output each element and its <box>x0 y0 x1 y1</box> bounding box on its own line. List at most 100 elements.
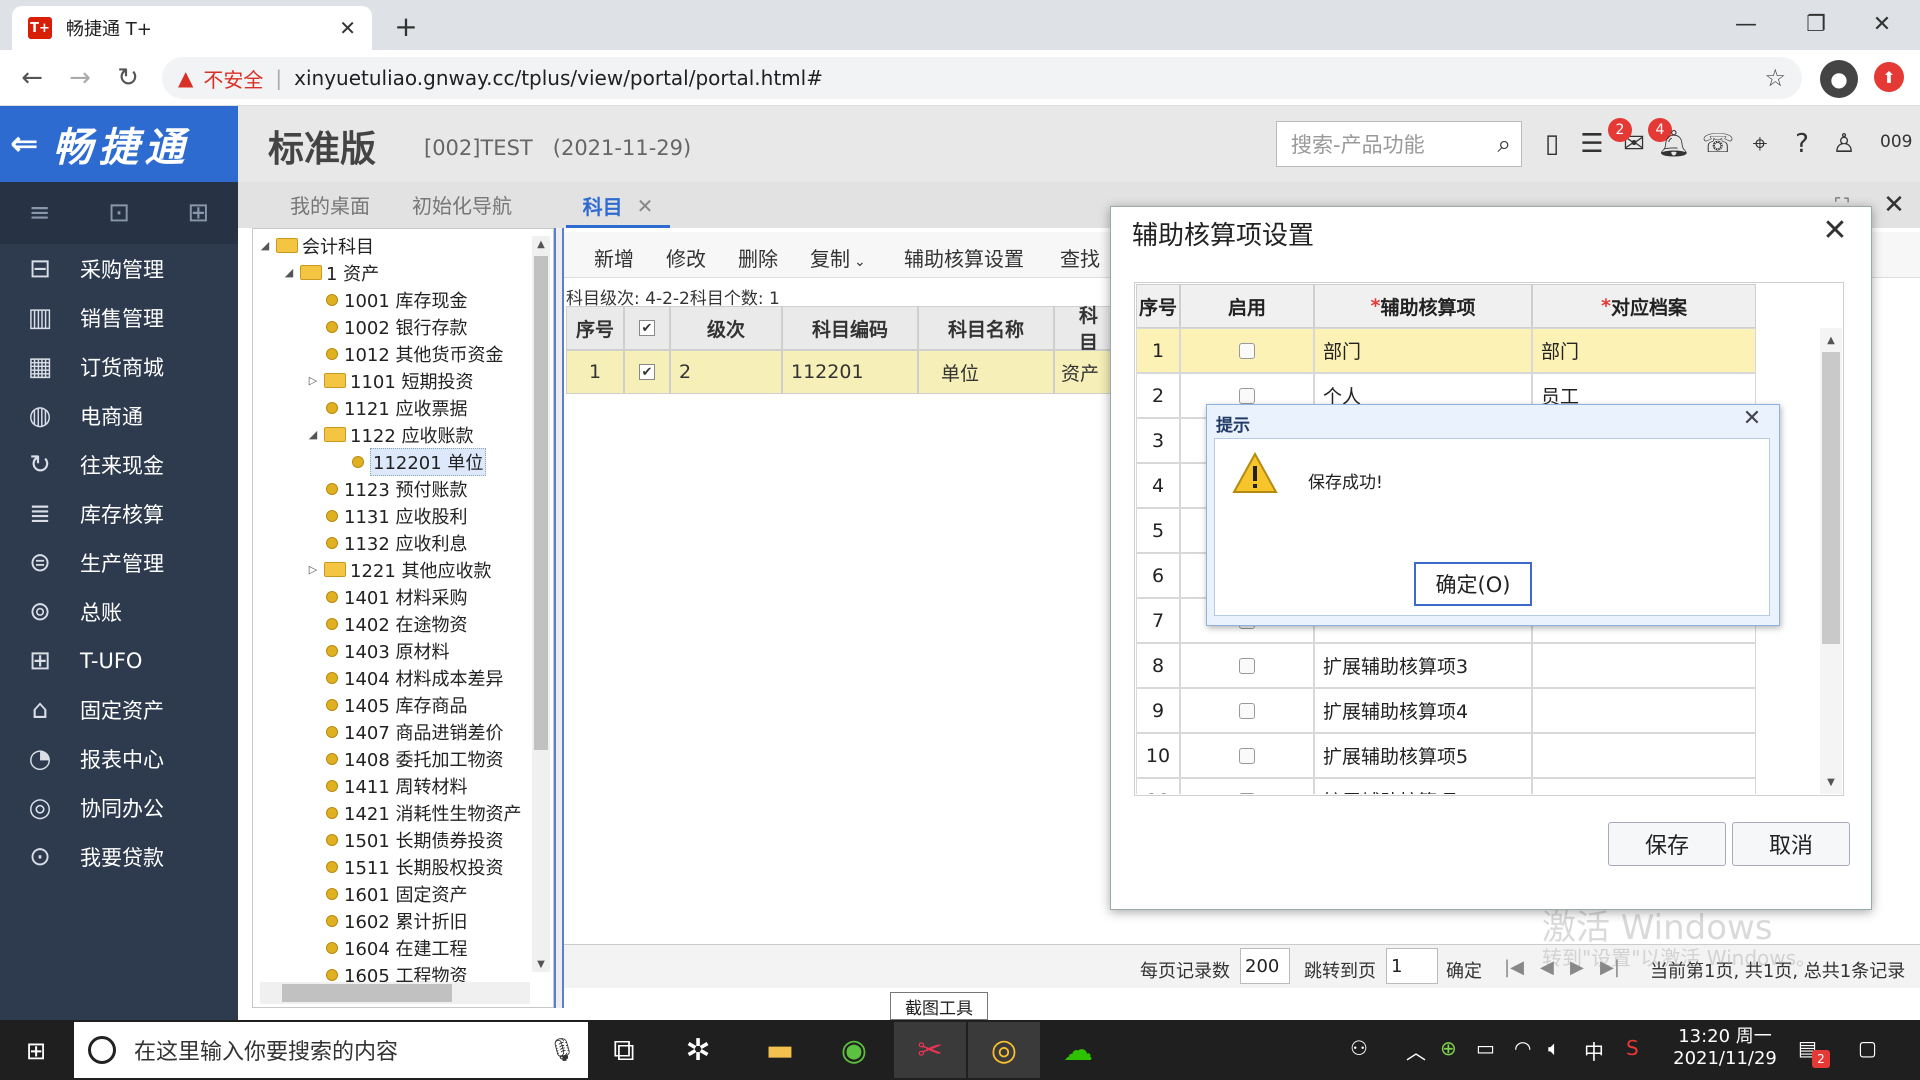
people-icon[interactable]: ⚇ <box>1350 1036 1368 1060</box>
tree-node[interactable]: 1408 委托加工物资 <box>306 745 504 772</box>
grid-cell-check[interactable]: ✔ <box>624 350 670 394</box>
enable-checkbox[interactable] <box>1239 342 1255 359</box>
sidebar-item[interactable]: ⊙ 我要贷款 <box>0 832 238 881</box>
sidebar-item[interactable]: ◎ 协同办公 <box>0 783 238 832</box>
tasks-icon[interactable]: ☰ <box>1574 126 1610 162</box>
tab-my-desktop[interactable]: 我的桌面 <box>290 190 370 219</box>
scroll-down-icon[interactable]: ▼ <box>1822 774 1840 790</box>
pinwheel-app-icon[interactable]: ✲ <box>662 1022 734 1078</box>
table-row[interactable]: 8 扩展辅助核算项3 <box>1136 643 1756 688</box>
microphone-icon[interactable]: 🎙︎ <box>548 1038 576 1063</box>
scroll-up-icon[interactable]: ▲ <box>534 236 548 252</box>
tree-node[interactable]: 1121 应收票据 <box>306 394 468 421</box>
new-tab-icon[interactable]: + <box>388 8 424 44</box>
sidebar-item[interactable]: ⊜ 生产管理 <box>0 538 238 587</box>
window-close-icon[interactable]: ✕ <box>1852 6 1912 42</box>
scroll-up-icon[interactable]: ▲ <box>1822 332 1840 348</box>
enable-checkbox[interactable] <box>1239 792 1255 794</box>
table-row[interactable]: 1 部门 部门 <box>1136 328 1756 373</box>
sidebar-item[interactable]: ↻ 往来现金 <box>0 440 238 489</box>
row-enabled-cell[interactable] <box>1180 643 1314 688</box>
add-button[interactable]: 新增 <box>594 243 634 272</box>
tree-node[interactable]: 1002 银行存款 <box>306 313 468 340</box>
edit-icon[interactable]: ⊞ <box>187 198 209 228</box>
tray-app-icon[interactable]: ⊕ <box>1440 1036 1457 1060</box>
tree-node[interactable]: ◢ 1122 应收账款 <box>306 421 474 448</box>
edit-button[interactable]: 修改 <box>666 243 706 272</box>
tree-node[interactable]: 1132 应收利息 <box>306 529 468 556</box>
action-center-icon[interactable]: ▢ <box>1858 1036 1877 1060</box>
battery-icon[interactable]: ▭ <box>1476 1036 1495 1060</box>
expander-icon[interactable]: ◢ <box>258 239 272 252</box>
tree-node[interactable]: 1411 周转材料 <box>306 772 468 799</box>
tree-node[interactable]: 1131 应收股利 <box>306 502 468 529</box>
table-row[interactable]: 9 扩展辅助核算项4 <box>1136 688 1756 733</box>
back-icon[interactable]: ← <box>12 60 52 96</box>
sidebar-item[interactable]: ⊟ 采购管理 <box>0 244 238 293</box>
scroll-down-icon[interactable]: ▼ <box>534 956 548 972</box>
grid-header-check[interactable]: ✔ <box>624 306 670 350</box>
calculator-icon[interactable]: ▯ <box>1534 126 1570 162</box>
update-icon[interactable]: ⬆ <box>1874 62 1904 92</box>
sidebar-item[interactable]: ⊞ T-UFO <box>0 636 238 685</box>
tree-node[interactable]: ◢ 1 资产 <box>282 259 379 286</box>
sidebar-item[interactable]: ⌂ 固定资产 <box>0 685 238 734</box>
tree-node[interactable]: 1501 长期债券投资 <box>306 826 504 853</box>
tree-node[interactable]: 1123 预付账款 <box>306 475 468 502</box>
per-page-input[interactable]: 200 <box>1240 948 1290 984</box>
expander-icon[interactable]: ▷ <box>306 374 320 387</box>
sidebar-item[interactable]: ⊚ 总账 <box>0 587 238 636</box>
restore-icon[interactable]: ❐ <box>1786 6 1846 42</box>
tree-node[interactable]: 1601 固定资产 <box>306 880 468 907</box>
tree-node[interactable]: 1511 长期股权投资 <box>306 853 504 880</box>
find-button[interactable]: 查找 <box>1060 243 1100 272</box>
profile-icon[interactable]: ● <box>1820 60 1858 98</box>
tree-node[interactable]: 1602 累计折旧 <box>306 907 468 934</box>
enable-checkbox[interactable] <box>1239 702 1255 719</box>
tree-node[interactable]: 1405 库存商品 <box>306 691 468 718</box>
expander-icon[interactable]: ◢ <box>306 428 320 441</box>
aux-accounting-button[interactable]: 辅助核算设置 <box>904 243 1024 272</box>
dialog-table-scroll-thumb[interactable] <box>1822 352 1840 644</box>
collapse-arrow-icon[interactable]: ⇐ <box>10 124 39 164</box>
tray-expand-icon[interactable]: ︿ <box>1406 1036 1426 1065</box>
tab-close-icon[interactable]: ✕ <box>339 16 356 40</box>
system-clock[interactable]: 13:20 周一 2021/11/29 <box>1670 1026 1780 1070</box>
tree-node[interactable]: 112201 单位 <box>332 447 487 476</box>
phone-icon[interactable]: ☏ <box>1700 126 1736 162</box>
table-row[interactable]: 11 扩展辅助核算项6 <box>1136 778 1756 794</box>
wechat-icon[interactable]: ☁ <box>1042 1022 1114 1078</box>
browser-tab[interactable]: T+ 畅捷通 T+ ✕ <box>12 6 372 50</box>
sidebar-item[interactable]: ▥ 销售管理 <box>0 293 238 342</box>
row-checkbox[interactable]: ✔ <box>639 364 655 380</box>
select-all-checkbox[interactable]: ✔ <box>639 320 655 336</box>
row-enabled-cell[interactable] <box>1180 328 1314 373</box>
tree-node[interactable]: 1401 材料采购 <box>306 583 468 610</box>
copy-button[interactable]: 复制 ⌄ <box>810 243 866 272</box>
tree-node[interactable]: 1403 原材料 <box>306 637 450 664</box>
function-search-input[interactable]: 搜索-产品功能 ⌕ <box>1276 121 1522 167</box>
browser-app-icon[interactable]: ◉ <box>818 1022 890 1078</box>
expander-icon[interactable]: ▷ <box>306 563 320 576</box>
enable-checkbox[interactable] <box>1239 747 1255 764</box>
wifi-icon[interactable]: ◠ <box>1514 1036 1531 1060</box>
goto-confirm-button[interactable]: 确定 <box>1446 957 1482 983</box>
sidebar-item[interactable]: ◍ 电商通 <box>0 391 238 440</box>
tree-node[interactable]: ◢ 会计科目 <box>258 232 374 259</box>
tree-node[interactable]: 1404 材料成本差异 <box>306 664 504 691</box>
volume-icon[interactable]: 🔈︎ <box>1548 1036 1560 1060</box>
tab-init-wizard[interactable]: 初始化导航 <box>412 190 512 219</box>
tab-close-icon[interactable]: ✕ <box>637 194 654 218</box>
tree-node[interactable]: ▷ 1221 其他应收款 <box>306 556 492 583</box>
search-history-icon[interactable]: ⊡ <box>108 198 130 228</box>
file-explorer-icon[interactable]: ▬ <box>744 1022 816 1078</box>
url-input[interactable]: ▲ 不安全 | xinyuetuliao.gnway.cc/tplus/view… <box>162 57 1802 99</box>
user-icon[interactable]: ♙ <box>1826 126 1862 162</box>
ime-indicator[interactable]: 中 <box>1584 1036 1604 1065</box>
message-close-icon[interactable]: ✕ <box>1740 406 1764 431</box>
tree-node[interactable]: 1012 其他货币资金 <box>306 340 504 367</box>
snipping-tool-icon[interactable]: ✂ <box>894 1022 966 1078</box>
first-page-icon[interactable]: |◀ <box>1504 957 1524 978</box>
sidebar-item[interactable]: ◔ 报表中心 <box>0 734 238 783</box>
tree-node[interactable]: 1402 在途物资 <box>306 610 468 637</box>
